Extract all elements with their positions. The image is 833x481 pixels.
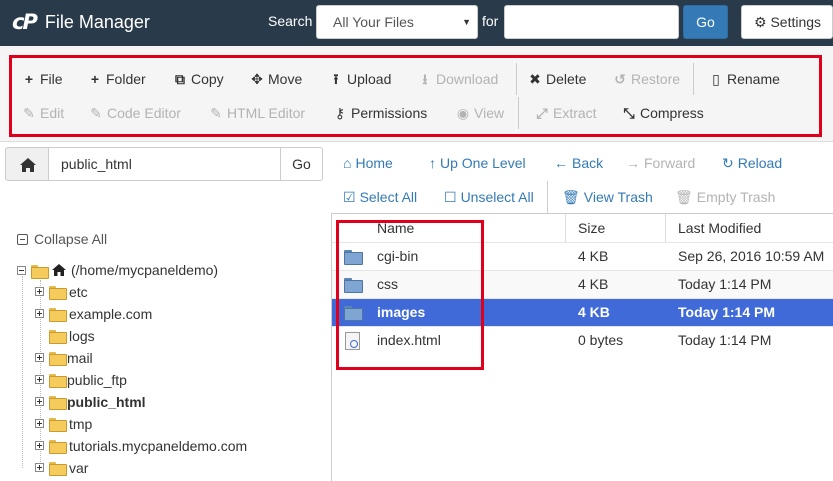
app-title: File Manager <box>44 11 150 32</box>
caret-down-icon: ▼ <box>462 17 471 27</box>
folder-icon <box>49 462 67 476</box>
tree-item-tutorials[interactable]: tutorials.mycpaneldemo.com <box>69 436 247 456</box>
cpanel-logo: cP <box>12 10 38 34</box>
search-scope-value: All Your Files <box>333 14 414 30</box>
file-modified: Sep 26, 2016 10:59 AM <box>678 248 825 264</box>
folder-icon <box>49 440 67 454</box>
file-modified: Today 1:14 PM <box>678 304 775 320</box>
settings-button[interactable]: ⚙ Settings <box>741 5 833 39</box>
toolbar-highlight-box <box>9 55 822 137</box>
reload-label: Reload <box>737 155 783 171</box>
refresh-icon: ↻ <box>722 155 734 171</box>
column-header-last-modified[interactable]: Last Modified <box>678 214 761 242</box>
collapse-all-button[interactable]: Collapse All <box>17 231 107 247</box>
folder-icon <box>49 374 67 388</box>
trash-icon: 🗑 <box>675 189 693 205</box>
path-input[interactable]: public_html <box>48 147 281 181</box>
open-folder-icon <box>31 265 49 279</box>
view-trash-label: View Trash <box>583 189 653 205</box>
tree-expand-toggle[interactable] <box>35 463 44 472</box>
gear-icon: ⚙ <box>754 14 767 30</box>
tree-guide-line <box>22 276 23 468</box>
settings-label: Settings <box>770 14 822 30</box>
home-icon <box>52 264 66 276</box>
path-go-button[interactable]: Go <box>280 147 323 181</box>
select-all-button[interactable]: ☑ Select All <box>343 187 417 207</box>
tree-item-example-com[interactable]: example.com <box>69 304 152 324</box>
home-label: Home <box>355 155 393 171</box>
level-up-icon: ↑ <box>429 155 436 171</box>
file-size: 4 KB <box>578 276 609 292</box>
up-one-level-button[interactable]: ↑ Up One Level <box>429 153 526 173</box>
tree-expand-toggle[interactable] <box>35 397 44 406</box>
checkbox-empty-icon: ☐ <box>444 189 457 205</box>
select-all-label: Select All <box>359 189 418 205</box>
folder-icon <box>49 308 67 322</box>
folder-icon <box>49 396 67 410</box>
brand[interactable]: cP File Manager <box>12 8 150 36</box>
home-path-button[interactable] <box>5 147 49 181</box>
arrow-left-icon: ← <box>554 155 568 171</box>
tree-item-logs[interactable]: logs <box>69 326 95 346</box>
forward-button[interactable]: → Forward <box>626 153 695 173</box>
unselect-all-button[interactable]: ☐ Unselect All <box>444 187 534 207</box>
arrow-right-icon: → <box>626 155 640 171</box>
column-divider <box>565 214 566 242</box>
collapse-icon <box>17 234 28 245</box>
forward-label: Forward <box>644 155 696 171</box>
tree-item-public-html[interactable]: public_html <box>67 392 146 412</box>
reload-button[interactable]: ↻ Reload <box>722 153 782 173</box>
view-trash-button[interactable]: 🗑 View Trash <box>562 187 653 207</box>
search-input[interactable] <box>504 5 679 39</box>
tree-expand-toggle[interactable] <box>35 441 44 450</box>
collapse-all-label: Collapse All <box>34 231 108 247</box>
file-size: 0 bytes <box>578 332 624 348</box>
up-one-level-label: Up One Level <box>440 155 526 171</box>
column-header-size[interactable]: Size <box>578 214 605 242</box>
top-header: cP File Manager Search All Your Files ▼ … <box>0 0 833 46</box>
tree-item-public-ftp[interactable]: public_ftp <box>67 370 127 390</box>
tree-expand-toggle[interactable] <box>35 309 44 318</box>
empty-trash-label: Empty Trash <box>696 189 776 205</box>
tree-item-tmp[interactable]: tmp <box>69 414 92 434</box>
file-size: 4 KB <box>578 248 609 264</box>
folder-icon <box>49 418 67 432</box>
nav-divider <box>547 181 548 213</box>
folder-icon <box>49 286 67 300</box>
tree-expand-toggle[interactable] <box>35 353 44 362</box>
file-modified: Today 1:14 PM <box>678 276 772 292</box>
tree-expand-toggle[interactable] <box>35 287 44 296</box>
file-size: 4 KB <box>578 304 610 320</box>
file-manager-app: cP File Manager Search All Your Files ▼ … <box>0 0 833 481</box>
tree-item-mail[interactable]: mail <box>67 348 93 368</box>
checkbox-checked-icon: ☑ <box>343 189 356 205</box>
unselect-all-label: Unselect All <box>460 189 534 205</box>
tree-item-etc[interactable]: etc <box>69 282 88 302</box>
folder-icon <box>49 352 67 366</box>
home-icon <box>20 158 36 172</box>
column-divider <box>665 214 666 242</box>
tree-expand-toggle[interactable] <box>35 419 44 428</box>
tree-expand-toggle[interactable] <box>35 375 44 384</box>
search-go-button[interactable]: Go <box>683 5 728 39</box>
back-label: Back <box>572 155 604 171</box>
file-names-highlight-box <box>336 220 484 370</box>
for-label: for <box>482 13 499 29</box>
trash-icon: 🗑 <box>562 189 580 205</box>
empty-trash-button[interactable]: 🗑 Empty Trash <box>675 187 775 207</box>
back-button[interactable]: ← Back <box>554 153 603 173</box>
home-button[interactable]: ⌂ Home <box>343 153 393 173</box>
search-scope-select[interactable]: All Your Files ▼ <box>316 5 478 39</box>
tree-root-label[interactable]: (/home/mycpaneldemo) <box>71 260 218 280</box>
tree-collapse-toggle[interactable] <box>17 266 26 275</box>
folder-icon <box>49 330 67 344</box>
home-icon: ⌂ <box>343 155 352 171</box>
file-modified: Today 1:14 PM <box>678 332 772 348</box>
tree-item-var[interactable]: var <box>69 458 88 478</box>
search-label: Search <box>268 13 313 29</box>
